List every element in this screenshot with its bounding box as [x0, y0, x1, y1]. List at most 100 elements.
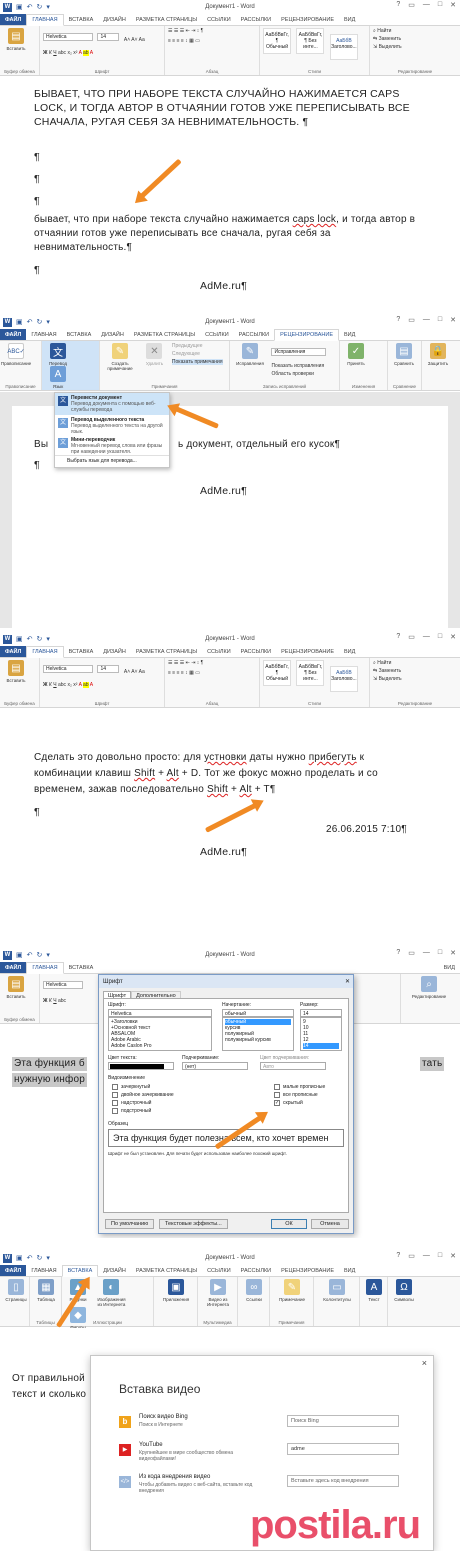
- comment-button[interactable]: ✎ Примечание: [273, 1279, 311, 1302]
- apps-button[interactable]: ▣ Приложения: [157, 1279, 195, 1302]
- font-size-box[interactable]: 14: [97, 664, 120, 673]
- tab-review[interactable]: РЕЦЕНЗИРОВАНИЕ: [276, 1265, 339, 1276]
- close-button[interactable]: ✕: [450, 949, 456, 957]
- tab-file[interactable]: ФАЙЛ: [0, 14, 27, 25]
- accept-button[interactable]: ✓ Принять: [343, 343, 369, 366]
- font-name-box[interactable]: Helvetica: [43, 32, 93, 41]
- select-button[interactable]: ⇲ Выделить: [373, 44, 457, 50]
- tab-review[interactable]: РЕЦЕНЗИРОВАНИЕ: [274, 329, 340, 341]
- new-comment-button[interactable]: ✎ Создать примечание: [103, 343, 137, 371]
- protect-button[interactable]: 🔒 Защитить: [425, 343, 451, 366]
- all-caps-checkbox[interactable]: все прописные: [274, 1091, 325, 1099]
- font-name-input[interactable]: Helvetica: [108, 1009, 212, 1017]
- tab-references[interactable]: ССЫЛКИ: [202, 14, 236, 25]
- menu-item-choose-language[interactable]: Выбрать язык для перевода...: [55, 455, 169, 466]
- tab-view[interactable]: ВИД: [339, 14, 360, 25]
- hidden-checkbox[interactable]: ✓ скрытый: [274, 1099, 325, 1107]
- style-list[interactable]: обычный курсив полужирный полужирный кур…: [222, 1017, 294, 1051]
- tab-mailings[interactable]: РАССЫЛКИ: [236, 1265, 276, 1276]
- align-icons[interactable]: ≡ ≡ ≡ ≡ ↕ ▦ ▭: [168, 38, 256, 44]
- tab-references[interactable]: ССЫЛКИ: [202, 1265, 236, 1276]
- language-button[interactable]: A Язык: [45, 366, 71, 389]
- grow-font-icon[interactable]: A˄ A˅ Aa: [124, 669, 145, 675]
- maximize-button[interactable]: □: [438, 949, 442, 957]
- menu-item-mini-translator[interactable]: 文 Мини-переводчик Мгновенный перевод сло…: [55, 435, 169, 455]
- dialog-close-button[interactable]: ×: [422, 1358, 427, 1368]
- tab-design[interactable]: ДИЗАЙН: [98, 14, 131, 25]
- embed-code-input[interactable]: Вставьте здесь код внедрения: [287, 1475, 399, 1487]
- help-button[interactable]: ?: [396, 1252, 400, 1260]
- table-button[interactable]: ▦ Таблица: [33, 1279, 59, 1302]
- previous-comment-button[interactable]: Предыдущее: [172, 343, 223, 349]
- ribbon-display-button[interactable]: ▭: [408, 316, 415, 324]
- symbols-button[interactable]: Ω Символы: [391, 1279, 417, 1302]
- font-size-box[interactable]: 14: [97, 32, 120, 41]
- tab-design[interactable]: ДИЗАЙН: [98, 1265, 131, 1276]
- minimize-button[interactable]: —: [423, 316, 430, 324]
- next-comment-button[interactable]: Следующее: [172, 351, 223, 357]
- tab-home[interactable]: ГЛАВНАЯ: [26, 329, 61, 340]
- tab-insert[interactable]: ВСТАВКА: [64, 962, 99, 973]
- tab-insert[interactable]: ВСТАВКА: [61, 1265, 99, 1277]
- tab-design[interactable]: ДИЗАЙН: [98, 646, 131, 657]
- header-footer-button[interactable]: ▭ Колонтитулы: [317, 1279, 357, 1302]
- text-effects-button[interactable]: Текстовые эффекты...: [159, 1219, 228, 1229]
- help-button[interactable]: ?: [396, 1, 400, 9]
- document-page[interactable]: БЫВАЕТ, ЧТО ПРИ НАБОРЕ ТЕКСТА СЛУЧАЙНО Н…: [0, 77, 460, 300]
- track-changes-button[interactable]: ✎ Исправления: [233, 343, 267, 366]
- tab-home[interactable]: ГЛАВНАЯ: [26, 646, 64, 658]
- style-heading[interactable]: АаБбВ Заголово...: [329, 34, 358, 60]
- font-name-box[interactable]: Helvetica: [43, 664, 93, 673]
- tab-design[interactable]: ДИЗАЙН: [96, 329, 129, 340]
- delete-comment-button[interactable]: ✕ Удалить: [141, 343, 167, 366]
- show-comments-button[interactable]: Показать примечания: [171, 359, 223, 365]
- tab-layout[interactable]: РАЗМЕТКА СТРАНИЦЫ: [129, 329, 200, 340]
- minimize-button[interactable]: —: [423, 949, 430, 957]
- tab-file[interactable]: ФАЙЛ: [0, 962, 27, 973]
- spelling-button[interactable]: ABC✓ Правописание: [1, 343, 31, 366]
- show-markup-button[interactable]: Показать исправления: [271, 363, 326, 369]
- markup-mode-select[interactable]: Исправления: [271, 347, 327, 356]
- youtube-search-input[interactable]: adme: [287, 1443, 399, 1455]
- style-input[interactable]: обычный: [222, 1009, 294, 1017]
- tab-home[interactable]: ГЛАВНАЯ: [26, 1265, 61, 1276]
- tab-mailings[interactable]: РАССЫЛКИ: [234, 329, 274, 340]
- tab-layout[interactable]: РАЗМЕТКА СТРАНИЦЫ: [131, 1265, 202, 1276]
- text-color-select[interactable]: [108, 1062, 174, 1070]
- help-button[interactable]: ?: [396, 633, 400, 641]
- tab-insert[interactable]: ВСТАВКА: [64, 646, 99, 657]
- help-button[interactable]: ?: [396, 316, 400, 324]
- ribbon-display-button[interactable]: ▭: [408, 949, 415, 957]
- tab-references[interactable]: ССЫЛКИ: [200, 329, 234, 340]
- minimize-button[interactable]: —: [423, 1, 430, 9]
- review-pane-button[interactable]: Область проверки: [271, 371, 326, 377]
- close-button[interactable]: ✕: [450, 1, 456, 9]
- tab-mailings[interactable]: РАССЫЛКИ: [236, 646, 276, 657]
- editing-button[interactable]: ⌕ Редактирование: [404, 976, 454, 999]
- size-input[interactable]: 14: [300, 1009, 342, 1017]
- font-format-icons[interactable]: Ж К Ч abc x₂ x² A ab A: [43, 50, 161, 56]
- double-strikethrough-checkbox[interactable]: двойное зачеркивание: [112, 1091, 174, 1099]
- online-pictures-button[interactable]: ◐ Изображения из Интернета: [95, 1279, 127, 1307]
- tab-view[interactable]: ВИД: [439, 962, 460, 973]
- maximize-button[interactable]: □: [438, 316, 442, 324]
- tab-review[interactable]: РЕЦЕНЗИРОВАНИЕ: [276, 14, 339, 25]
- select-button[interactable]: ⇲ Выделить: [373, 676, 457, 682]
- list-icons[interactable]: ☰ ☰ ☰ ⇤ ⇥ ↕ ¶: [168, 660, 256, 666]
- close-button[interactable]: ✕: [450, 1252, 456, 1260]
- maximize-button[interactable]: □: [438, 633, 442, 641]
- replace-button[interactable]: ⇆ Заменить: [373, 668, 457, 674]
- superscript-checkbox[interactable]: надстрочный: [112, 1099, 174, 1107]
- ok-button[interactable]: ОК: [271, 1219, 307, 1229]
- tab-file[interactable]: ФАЙЛ: [0, 329, 27, 340]
- align-icons[interactable]: ≡ ≡ ≡ ≡ ↕ ▦ ▭: [168, 670, 256, 676]
- replace-button[interactable]: ⇆ Заменить: [373, 36, 457, 42]
- tab-view[interactable]: ВИД: [339, 646, 360, 657]
- maximize-button[interactable]: □: [438, 1252, 442, 1260]
- style-normal[interactable]: АаБбВвГг, ¶ Обычный: [263, 28, 291, 54]
- close-button[interactable]: ✕: [450, 633, 456, 641]
- ribbon-display-button[interactable]: ▭: [408, 1, 415, 9]
- paste-button[interactable]: ▤ Вставить: [3, 660, 29, 683]
- tab-file[interactable]: ФАЙЛ: [0, 1265, 27, 1276]
- minimize-button[interactable]: —: [423, 1252, 430, 1260]
